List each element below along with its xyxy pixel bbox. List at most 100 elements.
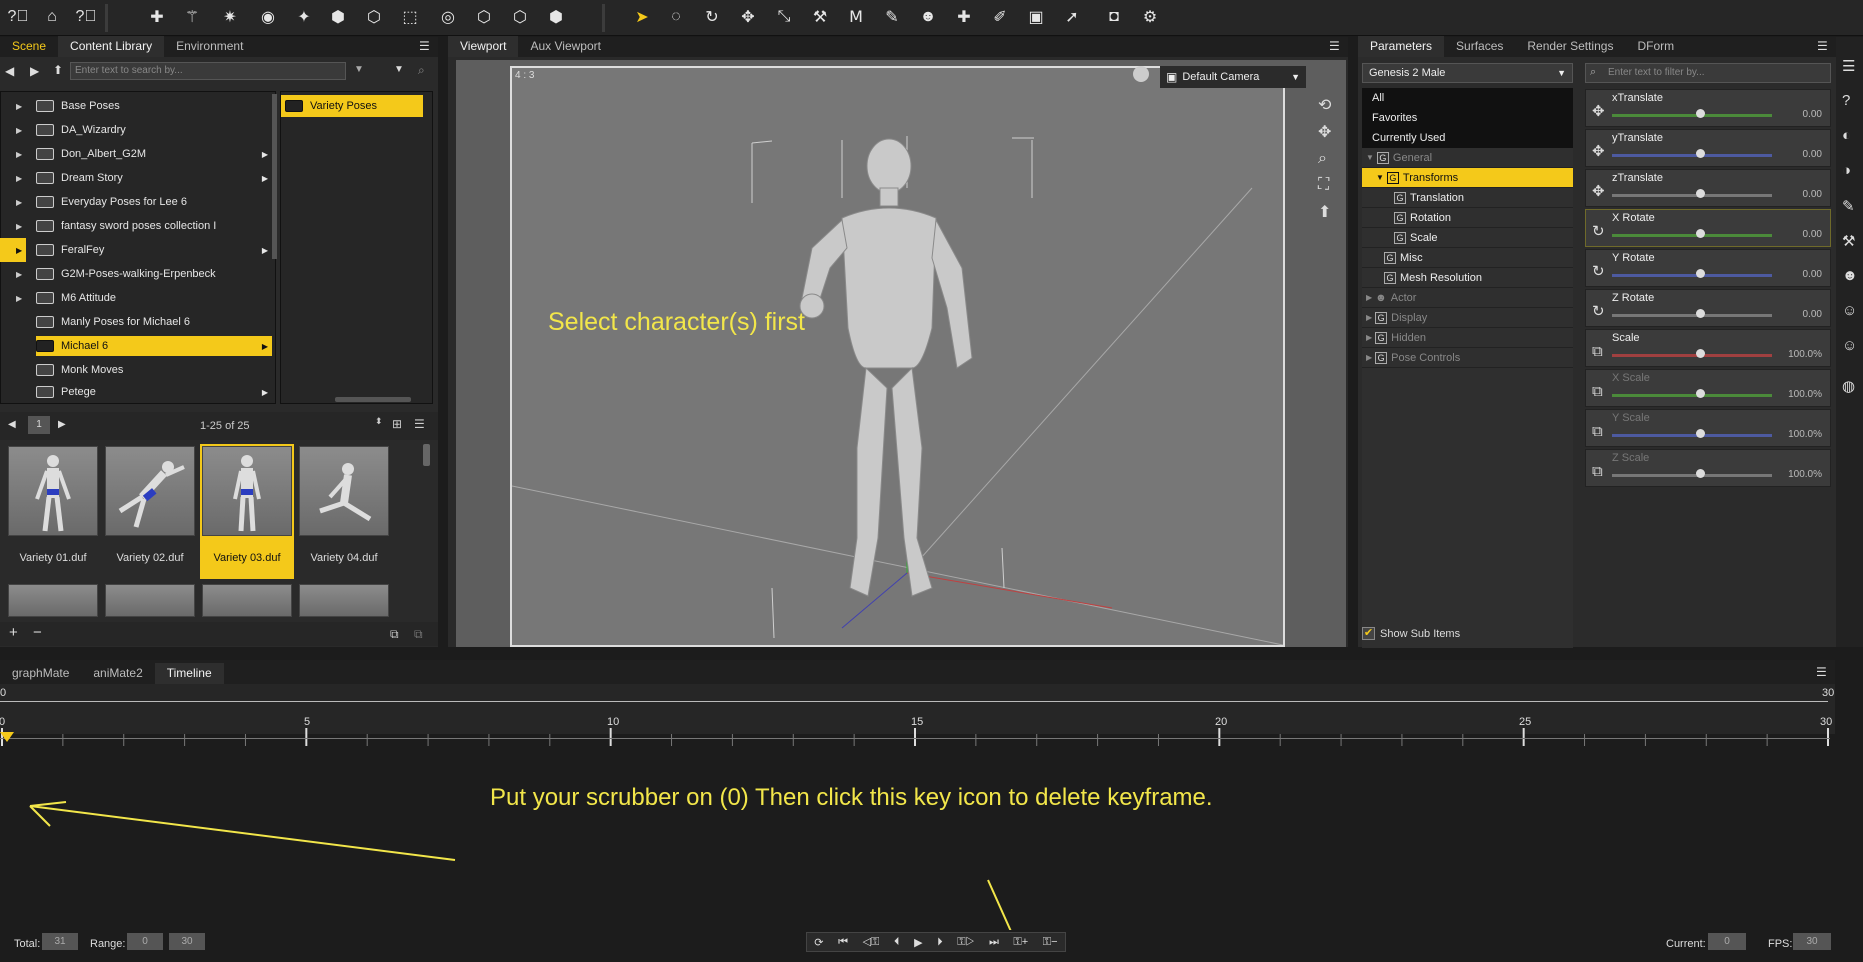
tree-item[interactable]: ▶ Base Poses	[16, 96, 272, 116]
tree-item[interactable]: Petege ▶	[36, 384, 272, 400]
tree-item-selected[interactable]: Michael 6 ▶	[36, 336, 272, 356]
wand-icon[interactable]: ⚚	[180, 5, 204, 29]
slider-scale[interactable]: ⧉ Scale 100.0%	[1585, 329, 1831, 367]
node-icon[interactable]: ⬚	[398, 5, 422, 29]
group-translation[interactable]: G Translation	[1362, 188, 1573, 208]
next-page-icon[interactable]: ▶	[58, 419, 66, 430]
sphere-icon[interactable]: ◐	[1842, 127, 1851, 144]
slider-knob[interactable]	[1696, 469, 1705, 478]
slider-track[interactable]	[1612, 394, 1772, 397]
list-icon[interactable]: ☰	[1842, 57, 1855, 75]
slider-knob[interactable]	[1696, 309, 1705, 318]
tab-graphmate[interactable]: graphMate	[0, 663, 81, 684]
rotate-tool-icon[interactable]: ↻	[700, 5, 724, 29]
asset-thumbnail[interactable]	[105, 446, 195, 536]
tree-item[interactable]: ▶ G2M-Poses-walking-Erpenbeck	[16, 264, 272, 284]
forward-arrow-icon[interactable]: ▶	[30, 64, 39, 78]
group-scale[interactable]: G Scale	[1362, 228, 1573, 248]
home-icon[interactable]: ⌂	[40, 5, 64, 29]
page-number[interactable]: 1	[28, 416, 50, 434]
pane-menu-icon[interactable]: ☰	[1329, 40, 1343, 52]
orbit-icon[interactable]: ⟲	[1318, 95, 1331, 115]
pin-tool-icon[interactable]: ✚	[952, 5, 976, 29]
tree-item[interactable]: ▶ Don_Albert_G2M ▶	[16, 144, 272, 164]
light-icon[interactable]: ✷	[218, 5, 242, 29]
go-to-end-icon[interactable]: ⏭	[989, 936, 999, 949]
show-sub-items-checkbox[interactable]: ✔ Show Sub Items	[1362, 627, 1460, 640]
primitive-icon[interactable]: ⬢	[326, 5, 350, 29]
copy-icon[interactable]: ⧉	[390, 627, 399, 642]
tab-parameters[interactable]: Parameters	[1358, 36, 1445, 57]
tree-item[interactable]: ▶ fantasy sword poses collection I	[16, 216, 272, 236]
group-hidden[interactable]: ▶ G Hidden	[1362, 328, 1573, 348]
subfolder-item-selected[interactable]: Variety Poses	[281, 95, 423, 117]
slider-knob[interactable]	[1696, 269, 1705, 278]
tab-viewport[interactable]: Viewport	[448, 36, 519, 57]
slider-x-scale[interactable]: ⧉ X Scale 100.0%	[1585, 369, 1831, 407]
group-mesh-resolution[interactable]: G Mesh Resolution	[1362, 268, 1573, 288]
pose-icon[interactable]: ☺	[1842, 302, 1857, 319]
slider-track[interactable]	[1612, 154, 1772, 157]
grid-view-icon[interactable]: ⊞	[392, 417, 402, 431]
fps-field[interactable]: 30	[1793, 933, 1831, 950]
scene-add-icon[interactable]: ✚	[145, 5, 169, 29]
slider-value[interactable]: 0.00	[1803, 149, 1822, 160]
add-key-icon[interactable]: ⚿+	[1013, 936, 1028, 949]
search-icon[interactable]: ⌕	[418, 63, 425, 78]
play-icon[interactable]: ▶	[914, 936, 922, 949]
filter-all[interactable]: All	[1362, 88, 1573, 108]
tab-scene[interactable]: Scene	[0, 36, 58, 57]
filter-dropdown-icon[interactable]: ▼	[394, 64, 404, 75]
camera-icon[interactable]: ◉	[256, 5, 280, 29]
range-start-field[interactable]: 0	[127, 933, 163, 950]
group-display[interactable]: ▶ G Display	[1362, 308, 1573, 328]
quality-sphere-icon[interactable]	[1133, 66, 1149, 82]
figure-tool-icon[interactable]: ☻	[916, 5, 940, 29]
translate-tool-icon[interactable]: ✥	[736, 5, 760, 29]
next-key-icon[interactable]: ⚿▷	[957, 936, 974, 949]
cube-solid-icon[interactable]: ⬢	[544, 5, 568, 29]
frame-icon[interactable]: ⛶	[1318, 176, 1329, 194]
slider-y-rotate[interactable]: ↻ Y Rotate 0.00	[1585, 249, 1831, 287]
slider-value[interactable]: 100.0%	[1788, 469, 1822, 480]
tab-dform[interactable]: DForm	[1625, 36, 1686, 57]
tab-render-settings[interactable]: Render Settings	[1515, 36, 1625, 57]
slider-track[interactable]	[1612, 474, 1772, 477]
tree-item[interactable]: ▶ FeralFey ▶	[16, 240, 272, 260]
slider-value[interactable]: 100.0%	[1788, 349, 1822, 360]
slider-value[interactable]: 100.0%	[1788, 389, 1822, 400]
zoom-icon[interactable]: ⌕	[1318, 150, 1327, 168]
slider-track[interactable]	[1612, 434, 1772, 437]
pan-icon[interactable]: ✥	[1318, 122, 1331, 142]
horizontal-scrollbar[interactable]	[335, 397, 411, 402]
current-field[interactable]: 0	[1708, 933, 1746, 950]
asset-thumbnail[interactable]	[299, 446, 389, 536]
slider-track[interactable]	[1612, 314, 1772, 317]
asset-thumbnail[interactable]	[8, 584, 98, 617]
search-input[interactable]: Enter text to search by...	[70, 62, 346, 80]
spot-light-icon[interactable]: ✦	[292, 5, 316, 29]
back-arrow-icon[interactable]: ◀	[5, 64, 14, 78]
slider-xtranslate[interactable]: ✥ xTranslate 0.00	[1585, 89, 1831, 127]
tree-item[interactable]: Monk Moves	[36, 360, 272, 380]
asset-thumbnail[interactable]	[299, 584, 389, 617]
tree-scrollbar[interactable]	[272, 94, 277, 259]
morph-tool-icon[interactable]: Ⅿ	[844, 5, 868, 29]
asset-grid-scrollbar[interactable]	[423, 444, 430, 466]
sphere-icon[interactable]: ◎	[436, 5, 460, 29]
delete-key-icon[interactable]: ⚿−	[1043, 936, 1058, 949]
slider-value[interactable]: 0.00	[1803, 189, 1822, 200]
help-icon[interactable]: ?⃝	[6, 5, 30, 29]
select-tool-icon[interactable]: ➤	[630, 5, 654, 29]
cube-icon[interactable]: ⬡	[362, 5, 386, 29]
search-dropdown-icon[interactable]: ▼	[354, 64, 364, 75]
universal-tool-icon[interactable]: ◌	[664, 5, 688, 29]
slider-x-rotate[interactable]: ↻ X Rotate 0.00	[1585, 209, 1831, 247]
figure-selector[interactable]: Genesis 2 Male ▼	[1362, 63, 1573, 83]
range-end-field[interactable]: 30	[169, 933, 205, 950]
delete-icon[interactable]: ⧉	[414, 627, 423, 642]
slider-knob[interactable]	[1696, 389, 1705, 398]
prev-page-icon[interactable]: ◀	[8, 419, 16, 430]
slider-track[interactable]	[1612, 274, 1772, 277]
joint-tool-icon[interactable]: ⚒	[808, 5, 832, 29]
